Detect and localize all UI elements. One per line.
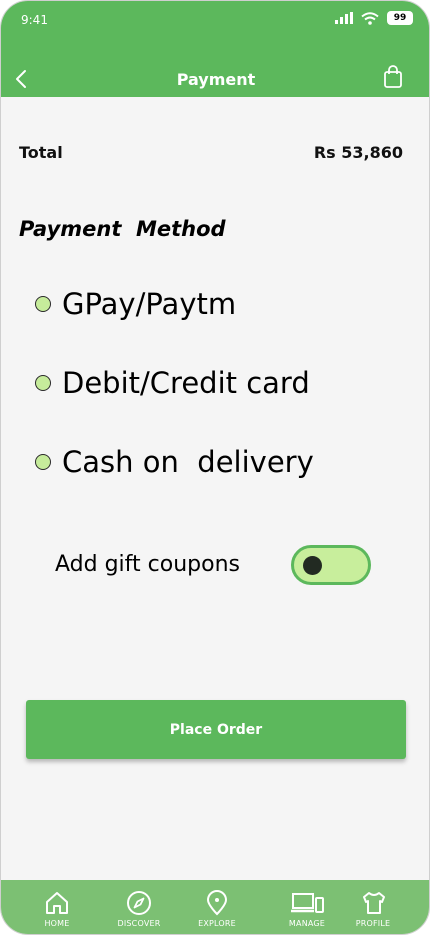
location-pin-icon: [206, 890, 228, 916]
toggle-knob: [303, 556, 322, 575]
battery-icon: 99: [387, 11, 413, 25]
gift-coupon-label: Add gift coupons: [55, 552, 240, 577]
payment-option-label: Debit/Credit card: [62, 366, 310, 400]
status-time: 9:41: [21, 13, 48, 27]
compass-icon: [127, 891, 151, 915]
nav-item-explore[interactable]: EXPLORE: [182, 880, 252, 934]
nav-label: EXPLORE: [198, 919, 236, 928]
phone-frame: 9:41 99 Payment Total Rs 53,860 Payment …: [0, 0, 430, 935]
radio-button[interactable]: [35, 296, 51, 312]
place-order-button[interactable]: Place Order: [26, 700, 406, 759]
payment-option-label: Cash on delivery: [62, 445, 314, 479]
app-header: 9:41 99 Payment: [1, 1, 429, 97]
nav-label: PROFILE: [355, 919, 391, 928]
nav-item-manage[interactable]: MANAGE: [272, 880, 342, 934]
nav-item-profile[interactable]: PROFILE: [338, 880, 408, 934]
page-title: Payment: [176, 70, 256, 89]
devices-icon: [291, 893, 324, 913]
payment-option-gpay[interactable]: GPay/Paytm: [35, 287, 236, 321]
payment-option-label: GPay/Paytm: [62, 287, 237, 321]
shirt-icon: [363, 892, 385, 914]
wifi-icon: [361, 11, 379, 25]
payment-option-card[interactable]: Debit/Credit card: [35, 366, 310, 400]
bottom-navigation: HOME DISCOVER EXPLORE MANAGE PROFILE: [1, 880, 429, 934]
nav-item-home[interactable]: HOME: [22, 880, 92, 934]
shopping-bag-icon: [384, 65, 402, 88]
nav-label: DISCOVER: [117, 919, 161, 928]
nav-label: HOME: [44, 919, 70, 928]
total-amount: Rs 53,860: [313, 143, 403, 162]
cart-button[interactable]: [383, 65, 405, 91]
gift-coupon-toggle[interactable]: [291, 545, 371, 585]
status-icons: 99: [335, 11, 413, 25]
total-row: Total Rs 53,860: [19, 143, 403, 162]
signal-icon: [335, 12, 353, 24]
home-icon: [46, 892, 68, 914]
radio-button[interactable]: [35, 454, 51, 470]
payment-method-title: Payment Method: [19, 217, 226, 241]
nav-label: MANAGE: [288, 919, 326, 928]
payment-option-cod[interactable]: Cash on delivery: [35, 445, 314, 479]
nav-item-discover[interactable]: DISCOVER: [104, 880, 174, 934]
radio-button[interactable]: [35, 375, 51, 391]
total-label: Total: [19, 143, 63, 162]
